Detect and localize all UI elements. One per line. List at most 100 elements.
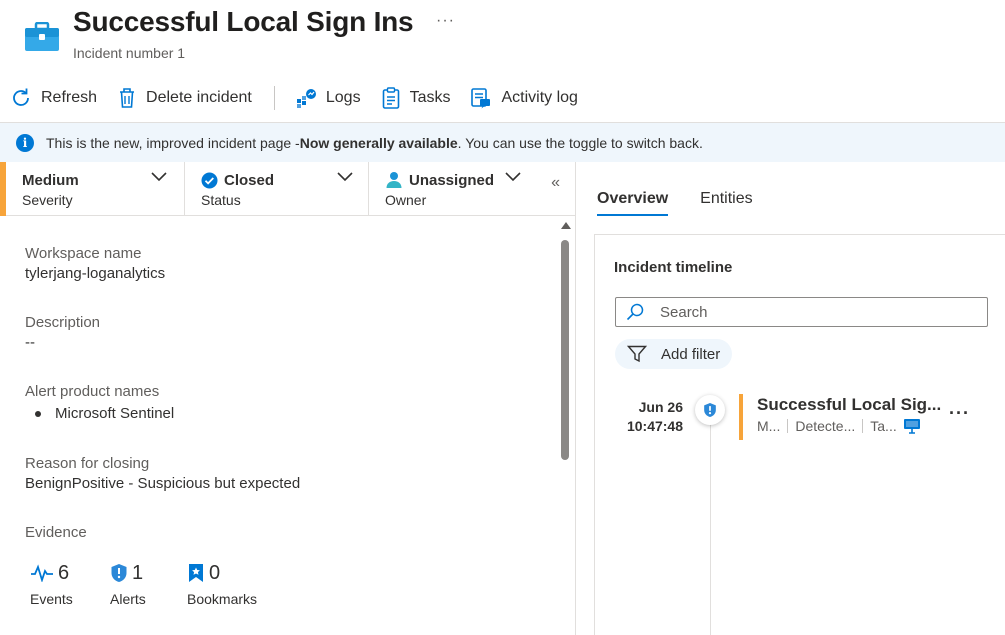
banner-text-post: . You can use the toggle to switch back. xyxy=(457,134,703,151)
chevron-down-icon xyxy=(151,172,167,182)
filter-icon xyxy=(627,345,647,363)
delete-incident-button[interactable]: Delete incident xyxy=(117,78,252,118)
info-icon: i xyxy=(16,133,34,152)
incident-details-pane: Medium Severity Closed Status Unassigned… xyxy=(0,162,576,635)
logs-icon xyxy=(296,89,316,108)
status-bar: Medium Severity Closed Status Unassigned… xyxy=(0,162,576,216)
evidence-label: Evidence xyxy=(25,524,87,541)
timeline-search-box[interactable] xyxy=(615,297,988,327)
alert-product-name: Microsoft Sentinel xyxy=(55,405,175,422)
toolbar-divider xyxy=(273,86,275,110)
incident-number: Incident number 1 xyxy=(73,45,186,61)
refresh-icon xyxy=(13,88,29,106)
refresh-button[interactable]: Refresh xyxy=(10,78,97,118)
owner-label: Owner xyxy=(385,192,427,208)
meta-divider xyxy=(862,419,864,433)
reason-value: BenignPositive - Suspicious but expected xyxy=(25,475,301,492)
user-icon xyxy=(386,172,402,188)
delete-incident-label: Delete incident xyxy=(146,89,252,106)
description-value: -- xyxy=(25,334,35,351)
timeline-item-more-button[interactable]: ··· xyxy=(949,403,970,424)
logs-button[interactable]: Logs xyxy=(295,78,361,118)
bookmarks-label: Bookmarks xyxy=(187,591,258,607)
shield-icon xyxy=(111,564,127,582)
timeline-title: Incident timeline xyxy=(614,259,733,276)
owner-value: Unassigned xyxy=(409,171,495,189)
timeline-date: Jun 26 10:47:48 xyxy=(615,398,683,436)
bookmarks-link[interactable]: 0 Bookmarks xyxy=(187,560,258,608)
activity-log-button[interactable]: Activity log xyxy=(470,78,578,118)
description-label: Description xyxy=(25,314,101,331)
alerts-link[interactable]: 1 Alerts xyxy=(110,560,187,608)
status-value: Closed xyxy=(224,171,275,189)
scroll-up-arrow-icon[interactable] xyxy=(561,222,571,229)
info-banner: i This is the new, improved incident pag… xyxy=(0,122,1005,162)
events-label: Events xyxy=(30,591,73,607)
evidence-summary: 6 Events 1 Alerts 0 Bookmarks xyxy=(30,560,258,608)
page-title: Successful Local Sign Ins xyxy=(73,6,414,37)
more-options-button[interactable]: ··· xyxy=(436,12,455,30)
scroll-thumb[interactable] xyxy=(561,240,569,460)
timeline-alert-title: Successful Local Sig... xyxy=(757,395,942,414)
workspace-label: Workspace name xyxy=(25,245,142,262)
meta-divider xyxy=(787,419,789,433)
severity-label: Severity xyxy=(22,192,73,208)
activity-log-icon xyxy=(471,88,491,109)
alerts-label: Alerts xyxy=(110,591,146,607)
list-item: Microsoft Sentinel xyxy=(35,405,174,422)
computer-icon xyxy=(903,419,920,434)
tab-entities[interactable]: Entities xyxy=(700,190,752,216)
reason-field: Reason for closing BenignPositive - Susp… xyxy=(25,455,300,492)
alerts-count: 1 xyxy=(132,561,144,584)
workspace-value: tylerjang-loganalytics xyxy=(25,265,166,282)
check-circle-icon xyxy=(201,172,218,188)
tab-list: Overview Entities xyxy=(597,190,785,216)
reason-label: Reason for closing xyxy=(25,455,150,472)
right-pane: Overview Entities Incident timeline Add … xyxy=(577,162,1005,635)
timeline-meta-tactic: Ta... xyxy=(870,418,897,434)
details-scrollbar[interactable] xyxy=(559,220,573,635)
events-count: 6 xyxy=(58,561,70,584)
chevron-down-icon xyxy=(505,172,521,182)
timeline-date-day: Jun 26 xyxy=(638,399,683,415)
events-link[interactable]: 6 Events xyxy=(30,560,110,608)
shield-alert-icon xyxy=(704,403,716,417)
owner-dropdown[interactable]: Unassigned Owner « xyxy=(369,162,576,216)
banner-text-pre: This is the new, improved incident page … xyxy=(46,134,300,151)
timeline-meta-product: M... xyxy=(757,418,781,434)
bullet-icon xyxy=(35,410,41,417)
logs-label: Logs xyxy=(325,89,361,106)
tasks-label: Tasks xyxy=(409,89,451,106)
banner-text-bold: Now generally available xyxy=(299,134,458,151)
add-filter-label: Add filter xyxy=(661,345,721,363)
collapse-pane-button[interactable]: « xyxy=(551,174,560,192)
timeline-node xyxy=(695,395,725,425)
severity-dropdown[interactable]: Medium Severity xyxy=(0,162,185,216)
search-icon xyxy=(626,303,644,321)
timeline-line xyxy=(710,410,711,635)
briefcase-icon xyxy=(25,22,59,51)
timeline-alert-item[interactable]: Successful Local Sig... M... Detecte... … xyxy=(739,394,949,440)
tab-overview[interactable]: Overview xyxy=(597,190,669,216)
tasks-button[interactable]: Tasks xyxy=(381,78,451,118)
bookmarks-count: 0 xyxy=(209,561,221,584)
workspace-field: Workspace name tylerjang-loganalytics xyxy=(25,245,165,282)
clipboard-icon xyxy=(382,87,399,109)
command-bar: Refresh Delete incident Logs Tasks Activ… xyxy=(0,78,1005,118)
alert-products-field: Alert product names Microsoft Sentinel xyxy=(25,383,174,422)
timeline-date-time: 10:47:48 xyxy=(626,418,683,434)
timeline-meta-detection: Detecte... xyxy=(795,418,856,434)
chevron-down-icon xyxy=(337,172,353,182)
bookmark-icon xyxy=(189,564,203,582)
description-field: Description -- xyxy=(25,314,100,351)
pulse-icon xyxy=(31,564,53,582)
status-dropdown[interactable]: Closed Status xyxy=(185,162,369,216)
activity-log-label: Activity log xyxy=(501,89,578,106)
status-label: Status xyxy=(201,192,241,208)
search-input[interactable] xyxy=(660,303,960,321)
add-filter-button[interactable]: Add filter xyxy=(615,339,733,369)
refresh-label: Refresh xyxy=(41,89,98,106)
alert-products-label: Alert product names xyxy=(25,383,160,400)
incident-timeline-card: Incident timeline Add filter Jun 26 10:4… xyxy=(594,234,1005,635)
evidence-field: Evidence xyxy=(25,524,87,541)
